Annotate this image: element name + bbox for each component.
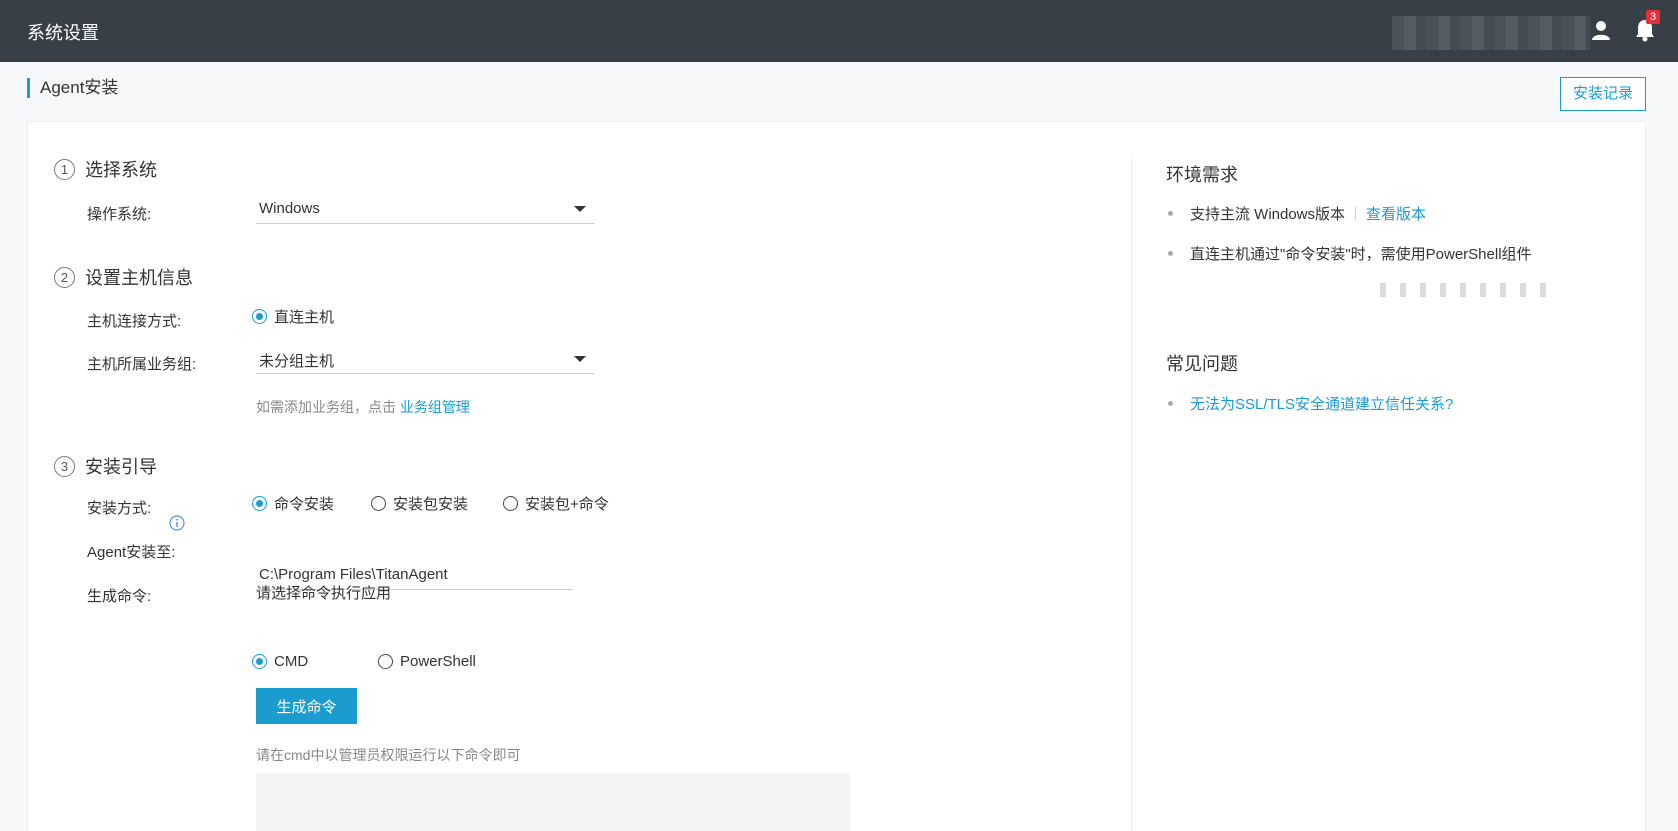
radio-command-install[interactable]: 命令安装 (252, 493, 334, 514)
info-icon[interactable] (169, 515, 185, 531)
step-install-guide: 3 安装引导 (54, 453, 157, 479)
caret-down-icon (574, 356, 586, 362)
step-title: 安装引导 (85, 457, 157, 477)
bullet (1168, 401, 1173, 406)
os-label: 操作系统: (87, 206, 152, 223)
bullet (1168, 251, 1173, 256)
radio-package-install[interactable]: 安装包安装 (371, 493, 468, 514)
radio-dot (503, 496, 518, 511)
column-divider (1131, 158, 1132, 831)
group-hint-text: 如需添加业务组，点击 (256, 399, 396, 415)
install-method-label: 安装方式: (87, 500, 152, 517)
step-number: 1 (54, 158, 75, 180)
radio-label: PowerShell (400, 653, 476, 670)
caret-down-icon (574, 206, 586, 212)
main-card (27, 121, 1646, 831)
command-label: 生成命令: (87, 588, 152, 605)
radio-dot (378, 654, 393, 669)
env-item-text: 支持主流 Windows版本 (1190, 206, 1346, 223)
top-bar: 系统设置 3 (0, 0, 1678, 62)
command-output-box[interactable] (256, 773, 850, 831)
user-icon[interactable] (1590, 19, 1612, 41)
generate-command-button[interactable]: 生成命令 (256, 688, 357, 724)
radio-dot (371, 496, 386, 511)
radio-label: 直连主机 (274, 309, 335, 326)
radio-dot (252, 654, 267, 669)
radio-label: 安装包+命令 (525, 496, 609, 513)
group-label: 主机所属业务组: (87, 356, 197, 373)
faq-title: 常见问题 (1166, 354, 1238, 374)
radio-label: CMD (274, 653, 309, 670)
env-item-powershell: 直连主机通过"命令安装"时，需使用PowerShell组件 (1190, 246, 1532, 263)
radio-dot (252, 496, 267, 511)
radio-direct-host[interactable]: 直连主机 (252, 306, 334, 327)
env-item-windows: 支持主流 Windows版本 查看版本 (1190, 203, 1426, 224)
group-select[interactable]: 未分组主机 (256, 344, 594, 374)
step-number: 2 (54, 266, 75, 288)
radio-cmd[interactable]: CMD (252, 653, 308, 670)
radio-powershell[interactable]: PowerShell (378, 653, 476, 670)
group-hint: 如需添加业务组，点击 业务组管理 (256, 397, 470, 417)
connect-label: 主机连接方式: (87, 313, 182, 330)
step-host-info: 2 设置主机信息 (54, 264, 193, 290)
step-select-system: 1 选择系统 (54, 156, 157, 182)
user-name-redacted (1392, 16, 1590, 50)
redacted-text (1380, 283, 1550, 297)
group-manage-link[interactable]: 业务组管理 (400, 399, 470, 415)
separator (1355, 207, 1357, 220)
faq-ssl-tls-link[interactable]: 无法为SSL/TLS安全通道建立信任关系? (1190, 393, 1453, 414)
step-title: 选择系统 (85, 160, 157, 180)
install-path-label: Agent安装至: (87, 544, 176, 561)
radio-label: 安装包安装 (393, 496, 469, 513)
radio-dot (252, 309, 267, 324)
install-history-button[interactable]: 安装记录 (1560, 77, 1646, 111)
command-app-hint: 请选择命令执行应用 (256, 585, 392, 602)
radio-package-command[interactable]: 安装包+命令 (503, 493, 609, 514)
step-number: 3 (54, 455, 75, 477)
group-select-value: 未分组主机 (259, 353, 335, 370)
notification-badge: 3 (1646, 10, 1660, 24)
env-requirements-title: 环境需求 (1166, 165, 1238, 185)
bullet (1168, 211, 1173, 216)
run-hint: 请在cmd中以管理员权限运行以下命令即可 (256, 747, 521, 763)
view-versions-link[interactable]: 查看版本 (1366, 206, 1426, 223)
page-title: Agent安装 (27, 78, 118, 98)
step-title: 设置主机信息 (85, 268, 193, 288)
app-title: 系统设置 (27, 23, 99, 43)
radio-label: 命令安装 (274, 496, 335, 513)
os-select[interactable]: Windows (256, 194, 594, 224)
os-select-value: Windows (259, 200, 320, 217)
